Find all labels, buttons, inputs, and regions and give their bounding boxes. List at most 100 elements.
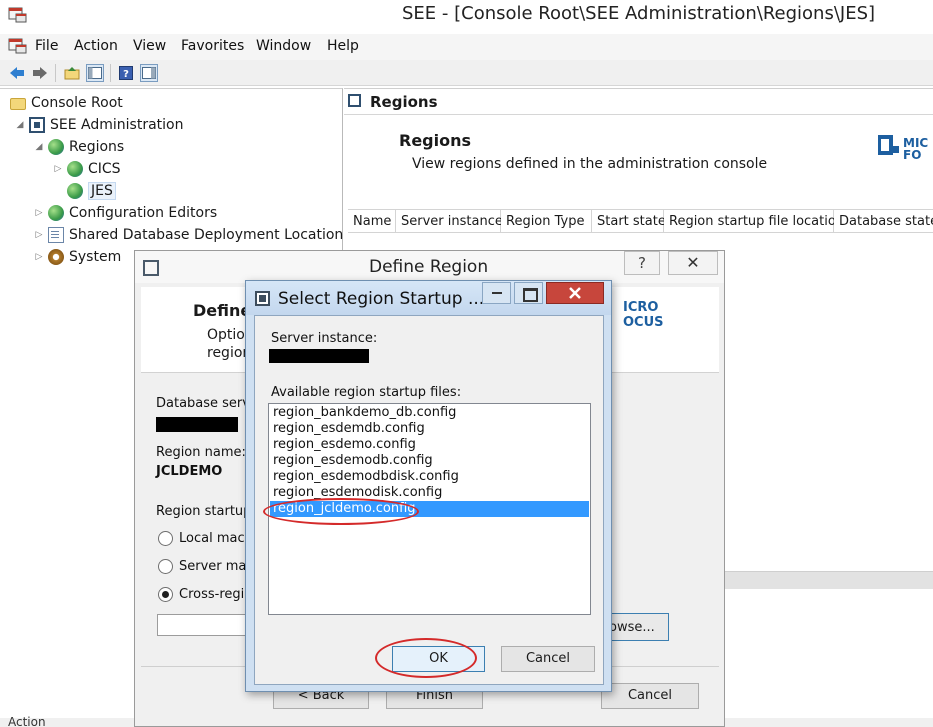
redacted-value bbox=[156, 417, 238, 432]
define-region-title: Define Region bbox=[369, 257, 489, 277]
tree-item-system[interactable]: ▷ System bbox=[33, 246, 121, 268]
banner-title: Regions bbox=[399, 131, 472, 150]
toolbar-separator bbox=[55, 64, 56, 82]
globe-icon bbox=[67, 161, 83, 177]
help-button[interactable]: ? bbox=[624, 251, 660, 275]
tree-item-regions[interactable]: ◢ Regions bbox=[33, 136, 124, 158]
select-region-body: Server instance: Available region startu… bbox=[254, 315, 604, 685]
column-header-region-type[interactable]: Region Type bbox=[501, 209, 592, 233]
list-item-selected[interactable]: region_jcldemo.config bbox=[270, 501, 589, 517]
wizard-description-line1: Optio bbox=[207, 327, 245, 343]
close-button[interactable] bbox=[546, 282, 604, 304]
wizard-heading: Define bbox=[193, 301, 252, 320]
column-header-name[interactable]: Name bbox=[348, 209, 396, 233]
region-startup-label: Region startup bbox=[156, 504, 252, 519]
collapse-arrow-icon[interactable]: ◢ bbox=[33, 142, 45, 152]
cross-region-radio[interactable] bbox=[158, 587, 173, 602]
collapse-arrow-icon[interactable]: ◢ bbox=[14, 120, 26, 130]
list-item[interactable]: region_esdemodb.config bbox=[270, 453, 589, 469]
menu-bar: File Action View Favorites Window Help bbox=[0, 34, 933, 60]
back-icon[interactable] bbox=[8, 64, 26, 82]
close-button[interactable]: ✕ bbox=[668, 251, 718, 275]
select-region-startup-dialog: Select Region Startup ... Server instanc… bbox=[245, 280, 612, 692]
maximize-button[interactable] bbox=[514, 282, 543, 304]
tree-item-configuration-editors[interactable]: ▷ Configuration Editors bbox=[33, 202, 217, 224]
menu-window[interactable]: Window bbox=[256, 38, 311, 54]
micro-focus-logo: ICRO OCUS bbox=[621, 297, 701, 335]
up-folder-icon[interactable] bbox=[63, 64, 81, 82]
server-instance-label: Server instance: bbox=[271, 331, 378, 346]
column-header-server-instance[interactable]: Server instance bbox=[396, 209, 503, 233]
forward-icon[interactable] bbox=[31, 64, 49, 82]
expand-arrow-icon[interactable]: ▷ bbox=[33, 252, 45, 262]
results-pane-title: Regions bbox=[370, 93, 438, 111]
document-icon bbox=[48, 227, 64, 243]
startup-file-path-field[interactable] bbox=[157, 614, 249, 636]
tree-item-see-administration[interactable]: ◢ SEE Administration bbox=[14, 114, 183, 136]
available-files-label: Available region startup files: bbox=[271, 385, 462, 400]
radio-label: Local mach bbox=[179, 531, 253, 546]
tree-item-label: CICS bbox=[88, 161, 121, 177]
folder-icon bbox=[10, 98, 26, 110]
tree-item-console-root[interactable]: Console Root bbox=[10, 92, 123, 114]
ok-button[interactable]: OK bbox=[392, 646, 485, 672]
tree-item-jes[interactable]: JES bbox=[52, 180, 116, 202]
tree-item-label: Shared Database Deployment Locations bbox=[69, 227, 351, 243]
minimize-button[interactable] bbox=[482, 282, 511, 304]
horizontal-scrollbar[interactable] bbox=[718, 571, 933, 589]
region-name-value: JCLDEMO bbox=[156, 464, 223, 479]
menu-view[interactable]: View bbox=[133, 38, 166, 54]
toolbar: ? bbox=[0, 60, 933, 86]
window-titlebar: SEE - [Console Root\SEE Administration\R… bbox=[0, 0, 933, 34]
toolbar-separator bbox=[110, 64, 111, 82]
tree-item-label: Regions bbox=[69, 139, 125, 155]
expand-arrow-icon[interactable]: ▷ bbox=[33, 230, 45, 240]
menu-favorites[interactable]: Favorites bbox=[181, 38, 244, 54]
startup-files-list[interactable]: region_bankdemo_db.config region_esdemdb… bbox=[268, 403, 591, 615]
banner-description: View regions defined in the administrati… bbox=[412, 156, 768, 172]
local-machine-radio[interactable] bbox=[158, 531, 173, 546]
logo-text-line2: FO bbox=[903, 148, 921, 162]
properties-icon[interactable] bbox=[140, 64, 158, 82]
tree-item-shared-database-deployment-locations[interactable]: ▷ Shared Database Deployment Locations bbox=[33, 224, 351, 246]
mmc-system-menu-icon[interactable] bbox=[8, 37, 28, 55]
column-header-region-startup-file-location[interactable]: Region startup file location bbox=[664, 209, 844, 233]
globe-icon bbox=[48, 139, 64, 155]
list-item[interactable]: region_esdemo.config bbox=[270, 437, 589, 453]
radio-label: Server mac bbox=[179, 559, 254, 574]
list-item[interactable]: region_bankdemo_db.config bbox=[270, 405, 589, 421]
database-server-label: Database serv bbox=[156, 396, 250, 411]
server-machine-radio[interactable] bbox=[158, 559, 173, 574]
tree-item-label: SEE Administration bbox=[50, 117, 184, 133]
list-item[interactable]: region_esdemodbdisk.config bbox=[270, 469, 589, 485]
tree-item-label: Console Root bbox=[31, 95, 123, 111]
list-item[interactable]: region_esdemodisk.config bbox=[270, 485, 589, 501]
see-icon bbox=[348, 94, 361, 107]
logo-text-line1: ICRO bbox=[623, 300, 658, 315]
column-header-database-state[interactable]: Database state bbox=[834, 209, 933, 233]
window-title: SEE - [Console Root\SEE Administration\R… bbox=[402, 3, 876, 24]
cancel-button[interactable]: Cancel bbox=[601, 683, 699, 709]
show-hide-tree-icon[interactable] bbox=[86, 64, 104, 82]
minimize-icon bbox=[491, 292, 502, 294]
menu-help[interactable]: Help bbox=[327, 38, 359, 54]
tree-item-label: JES bbox=[88, 182, 116, 200]
expand-arrow-icon[interactable]: ▷ bbox=[33, 208, 45, 218]
redacted-value bbox=[269, 349, 369, 363]
expand-arrow-icon[interactable]: ▷ bbox=[52, 164, 64, 174]
region-name-label: Region name: bbox=[156, 445, 246, 460]
column-header-start-state[interactable]: Start state bbox=[592, 209, 666, 233]
gear-icon bbox=[48, 249, 64, 265]
help-icon[interactable]: ? bbox=[117, 64, 135, 82]
globe-icon bbox=[67, 183, 83, 199]
menu-file[interactable]: File bbox=[35, 38, 58, 54]
menu-action[interactable]: Action bbox=[74, 38, 118, 54]
tree-item-cics[interactable]: ▷ CICS bbox=[52, 158, 121, 180]
logo-text-line2: OCUS bbox=[623, 315, 664, 330]
tree-item-label: Configuration Editors bbox=[69, 205, 218, 221]
list-item[interactable]: region_esdemdb.config bbox=[270, 421, 589, 437]
cancel-button[interactable]: Cancel bbox=[501, 646, 595, 672]
mmc-app-icon[interactable] bbox=[8, 6, 28, 24]
globe-icon bbox=[48, 205, 64, 221]
see-icon bbox=[143, 260, 159, 276]
